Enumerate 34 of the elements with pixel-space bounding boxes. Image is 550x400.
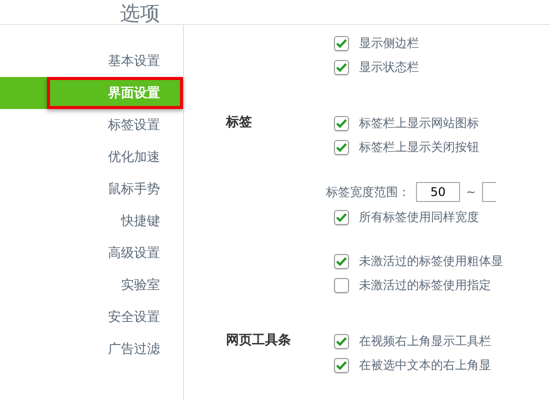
checkbox-label: 显示状态栏 <box>359 58 419 76</box>
section-label: 网页工具条 <box>225 332 292 350</box>
checkbox[interactable] <box>334 210 349 224</box>
checkbox[interactable] <box>334 60 349 74</box>
checkbox[interactable] <box>334 334 349 348</box>
sidebar-item[interactable]: 优化加速 <box>0 141 183 173</box>
checkbox[interactable] <box>334 140 349 154</box>
checkbox[interactable] <box>334 278 349 292</box>
checkbox-label: 显示侧边栏 <box>359 34 419 52</box>
checkbox[interactable] <box>334 36 349 50</box>
checkbox-label: 在被选中文本的右上角显 <box>359 356 491 374</box>
sidebar-item[interactable]: 安全设置 <box>0 301 183 333</box>
sidebar-item[interactable]: 鼠标手势 <box>0 173 183 205</box>
section-label: 标签 <box>224 114 253 132</box>
sidebar-item[interactable]: 标签设置 <box>0 109 183 141</box>
checkbox[interactable] <box>334 116 349 130</box>
checkbox-label: 标签栏上显示网站图标 <box>359 114 479 132</box>
sidebar-item[interactable]: 基本设置 <box>0 45 183 77</box>
max-width-field[interactable] <box>482 182 496 202</box>
checkbox-label: 在视频右上角显示工具栏 <box>359 332 491 350</box>
sidebar-item[interactable]: 广告过滤 <box>0 333 183 365</box>
checkbox-label: 未激活过的标签使用粗体显 <box>359 252 503 270</box>
range-label: 标签宽度范围： <box>326 184 410 200</box>
range-separator: ~ <box>466 185 476 199</box>
min-width-field[interactable]: 50 <box>416 182 460 202</box>
checkbox[interactable] <box>334 358 349 372</box>
checkbox-label: 标签栏上显示关闭按钮 <box>359 138 479 156</box>
sidebar-item[interactable]: 实验室 <box>0 269 183 301</box>
sidebar-item[interactable]: 高级设置 <box>0 237 183 269</box>
checkbox[interactable] <box>334 254 349 268</box>
page-title: 选项 <box>119 2 160 24</box>
checkbox-label: 所有标签使用同样宽度 <box>359 208 479 226</box>
sidebar-item[interactable]: 快捷键 <box>0 205 183 237</box>
checkbox-label: 未激活过的标签使用指定 <box>359 276 491 294</box>
